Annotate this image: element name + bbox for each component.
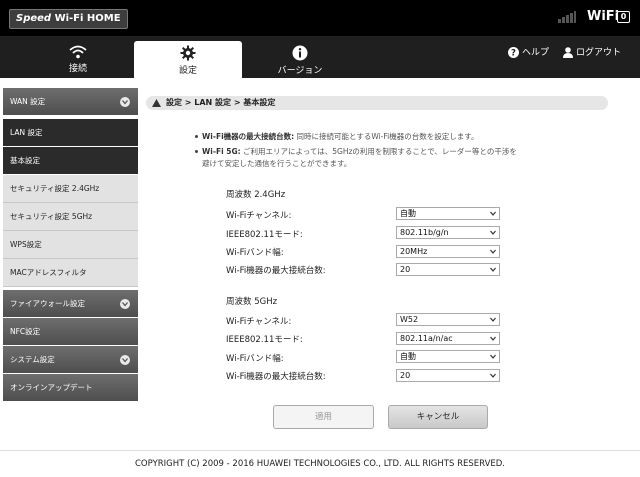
band-5-title: 周波数 5GHz [226,297,278,307]
chevron-down-icon [120,355,130,365]
band5-bandwidth-label: Wi-Fiバンド幅: [226,354,284,364]
chevron-down-icon [490,211,496,216]
chevron-down-icon [490,267,496,272]
sidebar-item-lan-settings[interactable]: LAN 設定 [3,119,138,147]
top-bar: Speed Wi-Fi HOME WiFi 0 [0,0,640,36]
copyright-footer: COPYRIGHT (C) 2009 - 2016 HUAWEI TECHNOL… [135,459,505,469]
svg-text:?: ? [511,49,516,58]
breadcrumb: 設定 > LAN 設定 > 基本設定 [146,96,608,110]
band24-channel-label: Wi-Fiチャンネル: [226,211,292,221]
chevron-down-icon [490,230,496,235]
warning-triangle-icon [152,99,161,107]
chevron-down-icon [490,317,496,322]
tab-settings[interactable]: 設定 [134,41,242,78]
band24-channel-select[interactable]: 自動 [396,207,500,220]
tab-connection-label: 接続 [68,64,87,74]
gear-icon [180,45,196,61]
user-icon [563,47,573,58]
band24-max-devices-select[interactable]: 20 [396,263,500,276]
brand-logo: Speed Wi-Fi HOME [9,9,128,29]
help-icon: ? [508,47,519,59]
info-icon [292,45,308,61]
sidebar-item-wan-settings[interactable]: WAN 設定 [3,88,138,116]
sidebar-item-label: ファイアウォール設定 [10,299,85,308]
sidebar-item-basic-settings[interactable]: 基本設定 [3,147,138,175]
tab-connection[interactable]: 接続 [28,41,128,78]
sidebar-item-label: MACアドレスフィルタ [10,268,87,277]
band24-bandwidth-select[interactable]: 20MHz [396,245,500,258]
sidebar-item-label: セキュリティ設定 5GHz [10,212,93,221]
sidebar-item-nfc-settings[interactable]: NFC設定 [3,318,138,346]
sidebar-item-firewall-settings[interactable]: ファイアウォール設定 [3,290,138,318]
footer-divider [0,450,640,451]
note-max-devices: Wi-Fi機器の最大接続台数: 同時に接続可能とするWi-Fi機器の台数を設定し… [194,132,479,141]
breadcrumb-text: 設定 > LAN 設定 > 基本設定 [166,98,276,107]
sidebar-item-label: LAN 設定 [10,128,43,137]
chevron-down-icon [120,299,130,309]
main-nav: 接続 設定 バージョン ? ヘルプ ログアウト [0,36,640,78]
sidebar-item-mac-filter[interactable]: MACアドレスフィルタ [3,259,138,287]
chevron-down-icon [490,373,496,378]
signal-strength-icon [558,11,576,23]
band24-mode-label: IEEE802.11モード: [226,230,303,240]
band5-bandwidth-select[interactable]: 自動 [396,350,500,363]
chevron-down-icon [490,249,496,254]
tab-version-label: バージョン [277,66,323,76]
sidebar-item-wps-settings[interactable]: WPS設定 [3,231,138,259]
chevron-down-icon [120,97,130,107]
band5-channel-select[interactable]: W52 [396,313,500,326]
app-root: Speed Wi-Fi HOME WiFi 0 接続 設定 バージョン ? ヘルプ … [0,0,640,477]
band5-channel-label: Wi-Fiチャンネル: [226,317,292,327]
band5-mode-label: IEEE802.11モード: [226,335,303,345]
help-link[interactable]: ? ヘルプ [508,45,549,61]
logout-link[interactable]: ログアウト [563,45,621,61]
settings-sidebar: WAN 設定 LAN 設定 基本設定 セキュリティ設定 2.4GHz セキュリテ… [3,88,138,402]
sidebar-item-label: NFC設定 [10,327,41,336]
band24-mode-select[interactable]: 802.11b/g/n [396,226,500,239]
wifi-status-icon: WiFi 0 [587,8,633,26]
sidebar-item-label: システム設定 [10,355,55,364]
band5-max-devices-label: Wi-Fi機器の最大接続台数: [226,372,326,382]
apply-button[interactable]: 適用 [273,405,374,429]
band5-max-devices-select[interactable]: 20 [396,369,500,382]
help-label: ヘルプ [522,48,550,58]
chevron-down-icon [490,354,496,359]
cancel-button[interactable]: キャンセル [388,405,488,429]
sidebar-item-label: WAN 設定 [10,97,46,106]
sidebar-item-system-settings[interactable]: システム設定 [3,346,138,374]
tab-settings-label: 設定 [178,66,197,76]
sidebar-item-label: オンラインアップデート [10,383,93,392]
sidebar-item-label: セキュリティ設定 2.4GHz [10,184,100,193]
sidebar-item-label: WPS設定 [10,240,42,249]
sidebar-item-label: 基本設定 [10,156,40,165]
band-24-title: 周波数 2.4GHz [226,190,286,200]
sidebar-item-security-24ghz[interactable]: セキュリティ設定 2.4GHz [3,175,138,203]
sidebar-item-security-5ghz[interactable]: セキュリティ設定 5GHz [3,203,138,231]
logout-label: ログアウト [576,48,622,58]
band24-max-devices-label: Wi-Fi機器の最大接続台数: [226,266,326,276]
band5-mode-select[interactable]: 802.11a/n/ac [396,332,500,345]
wifi-icon [69,45,87,59]
note-5g: Wi-Fi 5G: ご利用エリアによっては、5GHzの利用を制限することで、レー… [195,147,517,168]
chevron-down-icon [490,336,496,341]
band24-bandwidth-label: Wi-Fiバンド幅: [226,248,284,258]
sidebar-item-online-update[interactable]: オンラインアップデート [3,374,138,402]
tab-version[interactable]: バージョン [250,41,350,78]
